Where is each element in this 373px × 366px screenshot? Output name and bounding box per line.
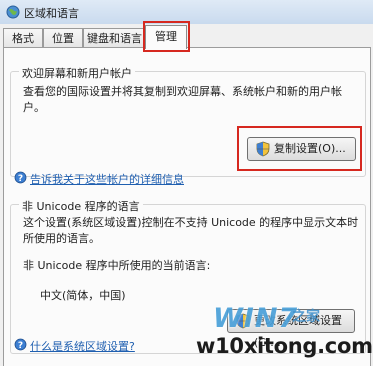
system-locale-help-link[interactable]: 什么是系统区域设置?: [30, 338, 135, 354]
svg-text:?: ?: [18, 174, 23, 184]
shield-icon: [256, 141, 270, 157]
copy-settings-label: 复制设置(O)...: [274, 142, 346, 155]
tab-administrative[interactable]: 管理: [145, 25, 187, 49]
accounts-help-link[interactable]: 告诉我关于这些帐户的详细信息: [30, 171, 184, 187]
watermark-site: w10xitong.com: [196, 334, 373, 358]
non-unicode-group: 非 Unicode 程序的语言 这个设置(系统区域设置)控制在不支持 Unico…: [10, 198, 366, 354]
welcome-group-title: 欢迎屏幕和新用户帐户: [19, 65, 135, 81]
window-title: 区域和语言: [24, 7, 79, 20]
tab-keyboards-languages[interactable]: 键盘和语言: [83, 28, 146, 48]
watermark-logo: WIN7: [213, 303, 299, 334]
watermark-logo-suffix: 之家: [292, 309, 320, 325]
help-icon: ?: [14, 171, 27, 184]
window-titlebar: 区域和语言: [0, 0, 373, 25]
tab-formats[interactable]: 格式: [3, 28, 43, 48]
current-language-label: 非 Unicode 程序中所使用的当前语言:: [23, 259, 211, 272]
non-unicode-group-title: 非 Unicode 程序的语言: [19, 198, 143, 214]
globe-icon: [6, 5, 20, 19]
svg-text:?: ?: [18, 341, 23, 351]
copy-settings-button[interactable]: 复制设置(O)...: [247, 137, 356, 161]
current-language-value: 中文(简体，中国): [40, 289, 126, 302]
welcome-group-description: 查看您的国际设置并将其复制到欢迎屏幕、系统帐户和新的用户帐户。: [23, 85, 342, 114]
help-icon: ?: [14, 338, 27, 351]
tab-strip: 格式 位置 键盘和语言 管理: [0, 24, 373, 49]
non-unicode-description: 这个设置(系统区域设置)控制在不支持 Unicode 的程序中显示文本时所使用的…: [23, 216, 359, 245]
tab-location[interactable]: 位置: [43, 28, 83, 48]
welcome-screen-group: 欢迎屏幕和新用户帐户 查看您的国际设置并将其复制到欢迎屏幕、系统帐户和新的用户帐…: [10, 65, 366, 177]
